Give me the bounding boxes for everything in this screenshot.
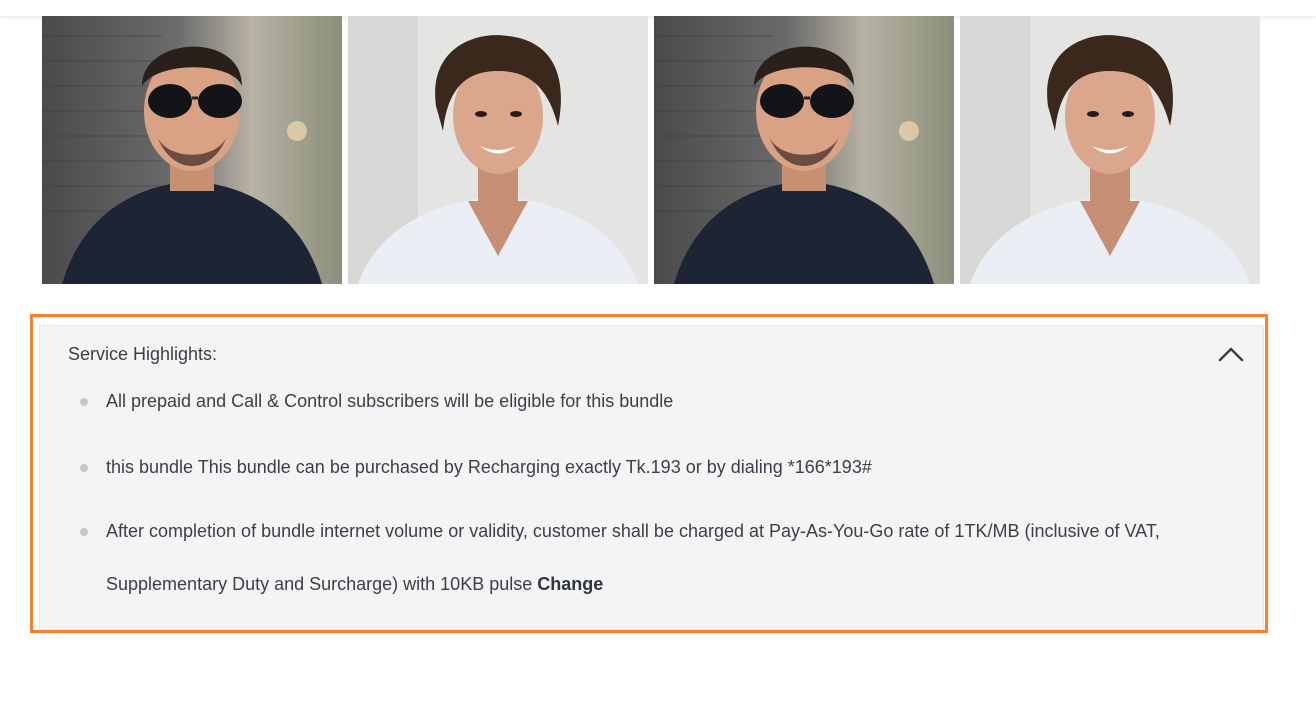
list-item: All prepaid and Call & Control subscribe… <box>80 388 1250 414</box>
highlight-text: All prepaid and Call & Control subscribe… <box>106 391 674 411</box>
gallery-photo-2[interactable] <box>348 16 648 284</box>
bullet-icon <box>80 464 88 472</box>
bullet-icon <box>80 528 88 536</box>
gallery-photo-4[interactable] <box>960 16 1260 284</box>
person-white-shirt-photo <box>348 16 648 284</box>
service-highlights-highlight: Service Highlights: All prepaid and Call… <box>30 314 1268 633</box>
service-highlights-title[interactable]: Service Highlights: <box>68 344 217 365</box>
person-sunglasses-photo <box>654 16 954 284</box>
photo-gallery <box>42 16 1260 284</box>
chevron-up-icon <box>1218 347 1244 362</box>
highlight-text: this bundle This bundle can be purchased… <box>106 457 872 477</box>
person-sunglasses-photo <box>42 16 342 284</box>
bullet-icon <box>80 398 88 406</box>
change-link[interactable]: Change <box>537 574 603 594</box>
list-item: After completion of bundle internet volu… <box>80 505 1250 611</box>
highlights-list: All prepaid and Call & Control subscribe… <box>80 388 1250 637</box>
collapse-button[interactable] <box>1215 340 1247 368</box>
top-bar-edge <box>0 0 1316 16</box>
list-item: this bundle This bundle can be purchased… <box>80 454 1250 480</box>
highlight-text: After completion of bundle internet volu… <box>106 521 1160 594</box>
gallery-photo-3[interactable] <box>654 16 954 284</box>
service-highlights-panel: Service Highlights: All prepaid and Call… <box>39 325 1264 630</box>
person-white-shirt-photo <box>960 16 1260 284</box>
gallery-photo-1[interactable] <box>42 16 342 284</box>
